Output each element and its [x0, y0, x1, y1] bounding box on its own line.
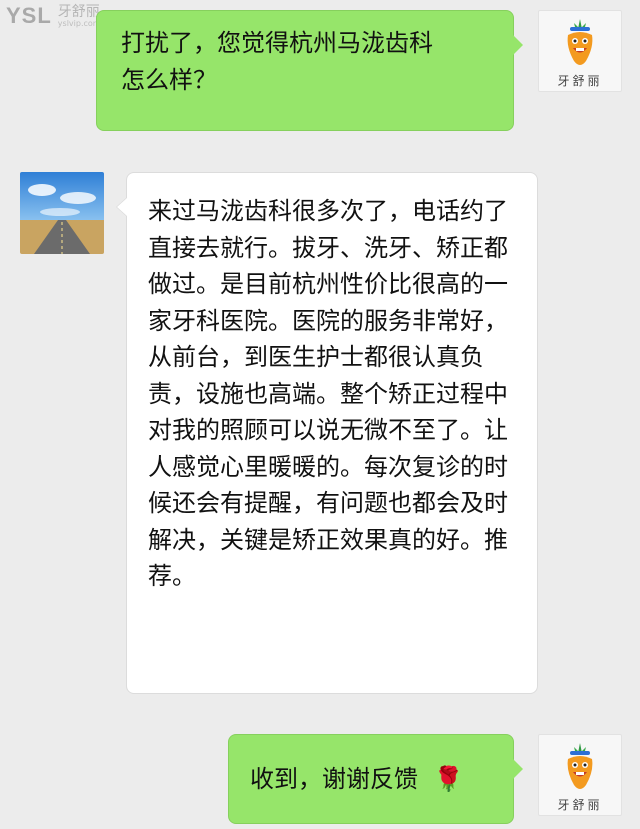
watermark-brand: 牙舒丽	[57, 4, 100, 20]
road-landscape-avatar-icon	[20, 172, 104, 254]
message-text: 收到，谢谢反馈	[250, 765, 418, 793]
bubble-tail	[513, 35, 523, 55]
message-text: 来过马泷齿科很多次了，电话约了直接去就行。拔牙、洗牙、矫正都做过。是目前杭州性价…	[148, 197, 508, 590]
bubble-tail	[513, 759, 523, 779]
watermark-url: yslvip.com	[57, 19, 101, 28]
bubble-tail	[116, 197, 127, 217]
carrot-mascot-icon	[567, 743, 593, 789]
message-text: 打扰了，您觉得杭州马泷齿科 怎么样？	[121, 29, 433, 94]
avatar-self[interactable]: 牙舒丽	[538, 734, 622, 816]
message-bubble-outgoing[interactable]: 收到，谢谢反馈 🌹	[228, 734, 523, 824]
avatar-self[interactable]: 牙舒丽	[538, 10, 622, 92]
carrot-mascot-icon	[567, 19, 593, 65]
rose-emoji-icon: 🌹	[433, 765, 464, 793]
message-bubble-incoming[interactable]: 来过马泷齿科很多次了，电话约了直接去就行。拔牙、洗牙、矫正都做过。是目前杭州性价…	[116, 172, 538, 694]
watermark-logo: YSL	[6, 3, 52, 28]
avatar-contact[interactable]	[20, 172, 104, 254]
avatar-brand-label: 牙舒丽	[557, 798, 603, 812]
message-bubble-outgoing[interactable]: 打扰了，您觉得杭州马泷齿科 怎么样？	[96, 10, 523, 131]
avatar-brand-label: 牙舒丽	[557, 74, 603, 88]
watermark: YSL 牙舒丽 yslvip.com	[6, 2, 101, 32]
